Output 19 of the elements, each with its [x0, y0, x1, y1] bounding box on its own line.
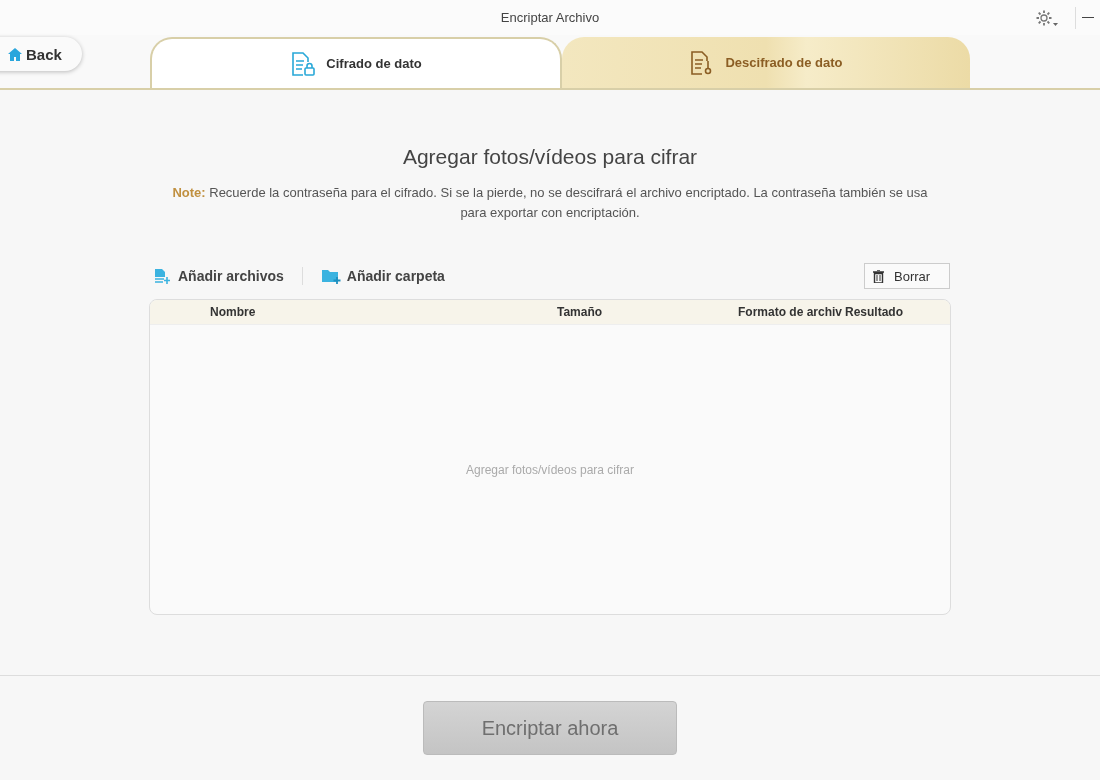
window-title: Encriptar Archivo: [500, 10, 600, 25]
column-header: Formato de archiv: [738, 305, 844, 319]
back-button[interactable]: Back: [0, 37, 82, 71]
document-lock-icon: [290, 50, 317, 77]
add-files-button[interactable]: Añadir archivos: [150, 268, 288, 284]
add-folder-button[interactable]: Añadir carpeta: [316, 268, 449, 284]
column-header: Tamaño: [557, 305, 604, 319]
note-text: Note: Recuerde la contraseña para el cifrado. Si se la pierde, no se descifrará el archivo encriptado. La contraseña también se usa para exportar con encriptación.: [171, 184, 929, 222]
tab[interactable]: Cifrado de dato: [150, 37, 562, 88]
page-heading: Agregar fotos/vídeos para cifrar: [402, 145, 698, 169]
add-folder-icon: [320, 268, 341, 284]
trash-icon: [873, 269, 884, 283]
column-header: Nombre: [210, 305, 257, 319]
add-file-icon: [154, 268, 172, 284]
home-icon: [8, 47, 22, 61]
column-header: Resultado: [845, 305, 904, 319]
empty-table-text: Agregar fotos/vídeos para cifrar: [465, 462, 635, 477]
delete-button[interactable]: Borrar: [864, 263, 950, 289]
tab[interactable]: Descifrado de dato: [562, 37, 970, 88]
